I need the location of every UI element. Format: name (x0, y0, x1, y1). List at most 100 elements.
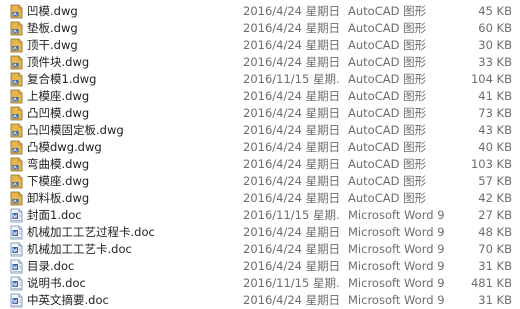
file-size: 60 KB (478, 21, 512, 35)
word-doc-icon (10, 242, 23, 257)
file-size: 70 KB (478, 242, 512, 256)
file-row[interactable]: 下模座.dwg 2016/4/24 星期日 ... AutoCAD 图形 57 KB (0, 173, 520, 190)
word-doc-icon (10, 259, 23, 274)
file-row[interactable]: 弯曲模.dwg 2016/4/24 星期日 ... AutoCAD 图形 103 KB (0, 156, 520, 173)
file-size: 30 KB (478, 38, 512, 52)
autocad-dwg-icon (10, 21, 23, 36)
file-row[interactable]: 顶件块.dwg 2016/4/24 星期日 ... AutoCAD 图形 33 KB (0, 54, 520, 71)
file-icon-cell (9, 37, 25, 54)
file-type: AutoCAD 图形 (348, 38, 427, 52)
file-size: 31 KB (478, 293, 512, 307)
file-name[interactable]: 卸料板.dwg (27, 190, 237, 207)
file-icon-cell (9, 292, 25, 309)
file-name[interactable]: 机械加工工艺卡.doc (27, 241, 237, 258)
file-type: AutoCAD 图形 (348, 55, 427, 69)
file-name[interactable]: 凸凹模.dwg (27, 105, 237, 122)
file-name[interactable]: 机械加工工艺过程卡.doc (27, 224, 237, 241)
autocad-dwg-icon (10, 157, 23, 172)
file-row[interactable]: 上模座.dwg 2016/4/24 星期日 ... AutoCAD 图形 41 KB (0, 88, 520, 105)
file-type: Microsoft Word 97... (348, 225, 444, 239)
file-icon-cell (9, 258, 25, 275)
autocad-dwg-icon (10, 72, 23, 87)
file-name[interactable]: 目录.doc (27, 258, 237, 275)
autocad-dwg-icon (10, 89, 23, 104)
file-list: 凹模.dwg 2016/4/24 星期日 ... AutoCAD 图形 45 KB 垫板… (0, 0, 520, 309)
file-type: AutoCAD 图形 (348, 4, 427, 18)
file-name[interactable]: 顶干.dwg (27, 37, 237, 54)
file-row[interactable]: 垫板.dwg 2016/4/24 星期日 ... AutoCAD 图形 60 KB (0, 20, 520, 37)
file-size: 48 KB (478, 225, 512, 239)
file-name[interactable]: 下模座.dwg (27, 173, 237, 190)
autocad-dwg-icon (10, 174, 23, 189)
file-date-modified: 2016/4/24 星期日 ... (243, 89, 341, 103)
file-type: AutoCAD 图形 (348, 140, 427, 154)
file-row[interactable]: 中英文摘要.doc 2016/4/24 星期日 ... Microsoft Word… (0, 292, 520, 309)
file-icon-cell (9, 139, 25, 156)
file-row[interactable]: 凹模.dwg 2016/4/24 星期日 ... AutoCAD 图形 45 KB (0, 3, 520, 20)
autocad-dwg-icon (10, 4, 23, 19)
file-date-modified: 2016/4/24 星期日 ... (243, 106, 341, 120)
file-type: AutoCAD 图形 (348, 89, 427, 103)
file-date-modified: 2016/4/24 星期日 ... (243, 21, 341, 35)
word-doc-icon (10, 225, 23, 240)
file-row[interactable]: 机械加工工艺卡.doc 2016/4/24 星期日 ... Microsoft Wo… (0, 241, 520, 258)
file-row[interactable]: 封面1.doc 2016/11/15 星期... Microsoft Word 97… (0, 207, 520, 224)
file-icon-cell (9, 241, 25, 258)
file-date-modified: 2016/4/24 星期日 ... (243, 38, 341, 52)
file-name[interactable]: 垫板.dwg (27, 20, 237, 37)
file-row[interactable]: 机械加工工艺过程卡.doc 2016/4/24 星期日 ... Microsoft … (0, 224, 520, 241)
file-name[interactable]: 凸凹模固定板.dwg (27, 122, 237, 139)
file-size: 104 KB (470, 72, 512, 86)
file-size: 481 KB (470, 276, 512, 290)
file-type: Microsoft Word 97... (348, 259, 444, 273)
file-date-modified: 2016/4/24 星期日 ... (243, 157, 341, 171)
file-icon-cell (9, 88, 25, 105)
file-date-modified: 2016/11/15 星期... (243, 276, 341, 290)
file-type: AutoCAD 图形 (348, 72, 427, 86)
file-row[interactable]: 凸凹模.dwg 2016/4/24 星期日 ... AutoCAD 图形 73 KB (0, 105, 520, 122)
file-size: 45 KB (478, 4, 512, 18)
file-date-modified: 2016/4/24 星期日 ... (243, 123, 341, 137)
file-name[interactable]: 凸模dwg.dwg (27, 139, 237, 156)
file-name[interactable]: 顶件块.dwg (27, 54, 237, 71)
file-type: Microsoft Word 97... (348, 293, 444, 307)
autocad-dwg-icon (10, 106, 23, 121)
file-name[interactable]: 弯曲模.dwg (27, 156, 237, 173)
file-row[interactable]: 凸模dwg.dwg 2016/4/24 星期日 ... AutoCAD 图形 40 K… (0, 139, 520, 156)
file-type: AutoCAD 图形 (348, 157, 427, 171)
file-icon-cell (9, 3, 25, 20)
file-row[interactable]: 顶干.dwg 2016/4/24 星期日 ... AutoCAD 图形 30 KB (0, 37, 520, 54)
file-row[interactable]: 凸凹模固定板.dwg 2016/4/24 星期日 ... AutoCAD 图形 43 … (0, 122, 520, 139)
file-type: Microsoft Word 97... (348, 242, 444, 256)
file-icon-cell (9, 20, 25, 37)
file-type: AutoCAD 图形 (348, 174, 427, 188)
file-icon-cell (9, 207, 25, 224)
file-row[interactable]: 复合模1.dwg 2016/11/15 星期... AutoCAD 图形 104 KB (0, 71, 520, 88)
file-date-modified: 2016/4/24 星期日 ... (243, 225, 341, 239)
file-icon-cell (9, 54, 25, 71)
file-row[interactable]: 目录.doc 2016/4/24 星期日 ... Microsoft Word 97… (0, 258, 520, 275)
file-name[interactable]: 上模座.dwg (27, 88, 237, 105)
file-date-modified: 2016/11/15 星期... (243, 72, 341, 86)
file-date-modified: 2016/4/24 星期日 ... (243, 55, 341, 69)
file-date-modified: 2016/4/24 星期日 ... (243, 242, 341, 256)
file-type: AutoCAD 图形 (348, 106, 427, 120)
file-name[interactable]: 封面1.doc (27, 207, 237, 224)
file-date-modified: 2016/4/24 星期日 ... (243, 293, 341, 307)
file-icon-cell (9, 71, 25, 88)
file-size: 42 KB (478, 191, 512, 205)
file-size: 31 KB (478, 259, 512, 273)
file-name[interactable]: 凹模.dwg (27, 3, 237, 20)
file-date-modified: 2016/11/15 星期... (243, 208, 341, 222)
file-icon-cell (9, 156, 25, 173)
file-icon-cell (9, 122, 25, 139)
file-name[interactable]: 说明书.doc (27, 275, 237, 292)
file-row[interactable]: 卸料板.dwg 2016/4/24 星期日 ... AutoCAD 图形 42 KB (0, 190, 520, 207)
autocad-dwg-icon (10, 140, 23, 155)
file-name[interactable]: 中英文摘要.doc (27, 292, 237, 309)
file-date-modified: 2016/4/24 星期日 ... (243, 140, 341, 154)
file-type: AutoCAD 图形 (348, 123, 427, 137)
file-size: 73 KB (478, 106, 512, 120)
file-name[interactable]: 复合模1.dwg (27, 71, 237, 88)
file-row[interactable]: 说明书.doc 2016/11/15 星期... Microsoft Word 97… (0, 275, 520, 292)
